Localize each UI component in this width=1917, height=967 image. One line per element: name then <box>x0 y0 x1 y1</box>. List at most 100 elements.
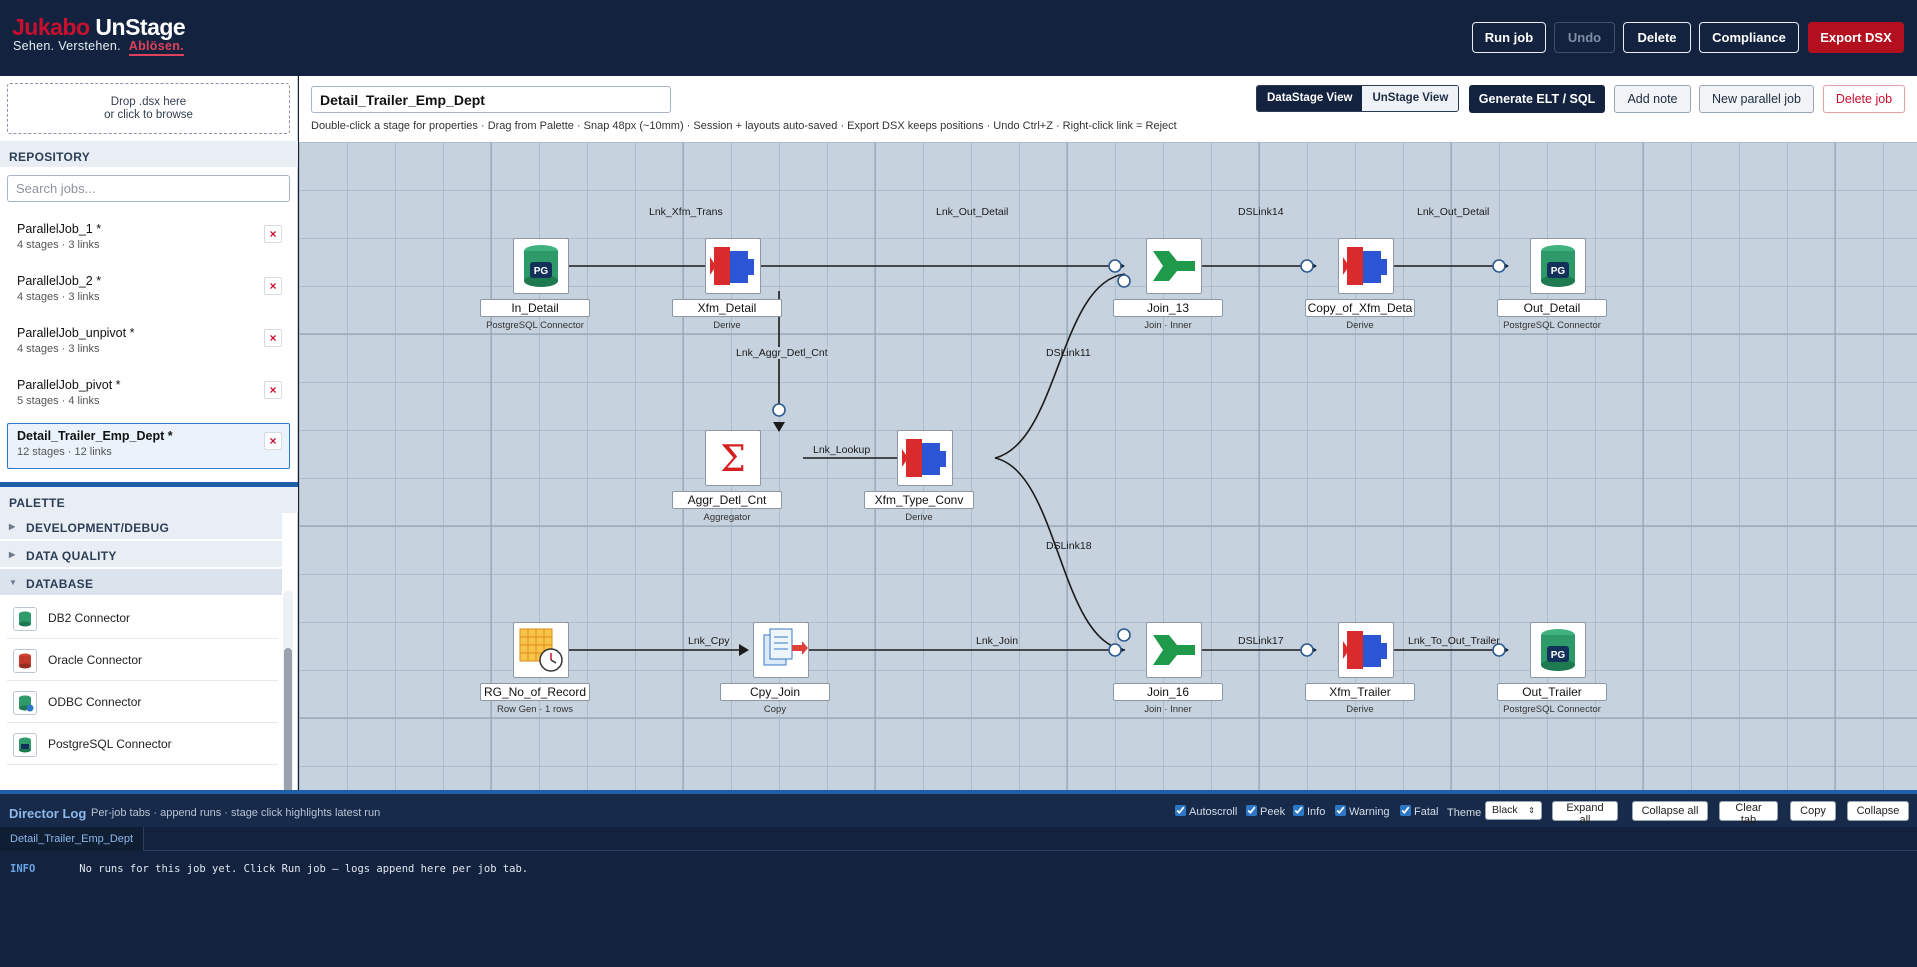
run-job-button[interactable]: Run job <box>1472 22 1546 53</box>
info-check[interactable] <box>1293 805 1304 816</box>
expand-all-button[interactable]: Expand all <box>1552 801 1618 826</box>
unstage-view-button[interactable]: UnStage View <box>1362 86 1459 111</box>
warning-checkbox[interactable]: Warning <box>1335 805 1390 818</box>
warning-check[interactable] <box>1335 805 1346 816</box>
link-line[interactable] <box>994 273 1126 459</box>
job-item[interactable]: ParallelJob_2 * 4 stages · 3 links × <box>7 268 290 314</box>
link-label[interactable]: Lnk_To_Out_Trailer <box>1408 635 1500 647</box>
job-item[interactable]: ParallelJob_unpivot * 4 stages · 3 links × <box>7 320 290 366</box>
clear-tab-button[interactable]: Clear tab <box>1719 801 1778 826</box>
stage-xfm-detail[interactable]: Xfm_Detail Derive <box>672 238 782 331</box>
job-item[interactable]: ParallelJob_pivot * 5 stages · 4 links × <box>7 372 290 418</box>
caret-down-icon: ▼ <box>9 578 18 587</box>
delete-job-icon[interactable]: × <box>264 381 282 399</box>
link-label[interactable]: DSLink11 <box>1046 347 1091 359</box>
palette-item-postgresql[interactable]: PostgreSQL Connector <box>7 723 278 765</box>
stage-name: Join_13 <box>1113 299 1223 317</box>
stage-xfm-type-conv[interactable]: Xfm_Type_Conv Derive <box>864 430 974 523</box>
job-name: ParallelJob_unpivot * <box>17 326 135 340</box>
stage-copy-of-xfm-detail[interactable]: Copy_of_Xfm_Deta Derive <box>1305 238 1415 331</box>
link-label[interactable]: DSLink18 <box>1046 540 1092 552</box>
transformer-icon <box>1338 238 1394 294</box>
postgresql-icon: PG <box>513 238 569 294</box>
delete-job-button[interactable]: Delete job <box>1823 85 1905 113</box>
datastage-view-button[interactable]: DataStage View <box>1257 86 1363 111</box>
job-name: ParallelJob_pivot * <box>17 378 121 392</box>
delete-button[interactable]: Delete <box>1623 22 1691 53</box>
export-dsx-button[interactable]: Export DSX <box>1808 22 1904 53</box>
add-note-button[interactable]: Add note <box>1614 85 1691 113</box>
job-name-input[interactable] <box>311 86 671 113</box>
theme-select[interactable]: Black ⇕ <box>1485 801 1542 820</box>
stage-name: RG_No_of_Record <box>480 683 590 701</box>
fatal-check[interactable] <box>1400 805 1411 816</box>
stage-out-trailer[interactable]: PG Out_Trailer PostgreSQL Connector <box>1497 622 1607 715</box>
undo-button[interactable]: Undo <box>1554 22 1615 53</box>
job-item[interactable]: ParallelJob_1 * 4 stages · 3 links × <box>7 216 290 262</box>
copy-button[interactable]: Copy <box>1790 801 1836 821</box>
compliance-button[interactable]: Compliance <box>1699 22 1799 53</box>
stage-name: Join_16 <box>1113 683 1223 701</box>
link-label[interactable]: Lnk_Out_Detail <box>1417 206 1489 218</box>
link-label[interactable]: Lnk_Aggr_Detl_Cnt <box>736 347 828 359</box>
palette-category-data-quality[interactable]: ▶ DATA QUALITY <box>0 541 282 568</box>
director-log-panel: Director Log Per-job tabs · append runs … <box>0 790 1917 967</box>
palette-category-database[interactable]: ▼ DATABASE <box>0 569 282 596</box>
join-icon <box>1146 622 1202 678</box>
aggregator-icon: Σ <box>705 430 761 486</box>
link-label[interactable]: Lnk_Lookup <box>813 444 870 456</box>
job-search-input[interactable] <box>7 175 290 202</box>
delete-job-icon[interactable]: × <box>264 432 282 450</box>
palette-item-db2[interactable]: DB2 Connector <box>7 597 278 639</box>
link-label[interactable]: DSLink17 <box>1238 635 1284 647</box>
link-endpoint[interactable] <box>772 403 786 417</box>
generate-elt-sql-button[interactable]: Generate ELT / SQL <box>1469 85 1605 113</box>
palette-category-development-debug[interactable]: ▶ DEVELOPMENT/DEBUG <box>0 513 282 540</box>
delete-job-icon[interactable]: × <box>264 277 282 295</box>
job-name: ParallelJob_1 * <box>17 222 102 236</box>
delete-job-icon[interactable]: × <box>264 225 282 243</box>
logo-part-1: Jukabo <box>12 14 90 40</box>
link-label[interactable]: Lnk_Out_Detail <box>936 206 1008 218</box>
link-label[interactable]: Lnk_Xfm_Trans <box>649 206 723 218</box>
peek-check[interactable] <box>1246 805 1257 816</box>
log-tab-active[interactable]: Detail_Trailer_Emp_Dept <box>0 827 145 851</box>
stage-join-16[interactable]: Join_16 Join · Inner <box>1113 622 1223 715</box>
stage-rg-no-of-record[interactable]: RG_No_of_Record Row Gen · 1 rows <box>480 622 590 715</box>
stage-join-13[interactable]: Join_13 Join · Inner <box>1113 238 1223 331</box>
link-label[interactable]: Lnk_Join <box>976 635 1018 647</box>
collapse-button[interactable]: Collapse <box>1847 801 1909 821</box>
stage-aggr-detl-cnt[interactable]: Σ Aggr_Detl_Cnt Aggregator <box>672 430 782 523</box>
stage-name: Xfm_Detail <box>672 299 782 317</box>
stage-type: Join · Inner <box>1144 704 1192 715</box>
collapse-all-button[interactable]: Collapse all <box>1632 801 1708 821</box>
link-label[interactable]: DSLink14 <box>1238 206 1284 218</box>
peek-checkbox[interactable]: Peek <box>1246 805 1285 818</box>
dropzone-line-1: Drop .dsx here <box>110 96 187 108</box>
stage-out-detail[interactable]: PG Out_Detail PostgreSQL Connector <box>1497 238 1607 331</box>
palette-item-label: DB2 Connector <box>48 611 131 625</box>
fatal-checkbox[interactable]: Fatal <box>1400 805 1438 818</box>
palette-item-odbc[interactable]: ODBC Connector <box>7 681 278 723</box>
stage-type: Derive <box>713 320 741 331</box>
stage-in-detail[interactable]: PG In_Detail PostgreSQL Connector <box>480 238 590 331</box>
job-item-active[interactable]: Detail_Trailer_Emp_Dept * 12 stages · 12 … <box>7 423 290 469</box>
svg-text:PG: PG <box>1551 650 1566 661</box>
delete-job-icon[interactable]: × <box>264 329 282 347</box>
log-tabs: Detail_Trailer_Emp_Dept <box>0 827 1917 851</box>
stage-name: Out_Trailer <box>1497 683 1607 701</box>
info-checkbox[interactable]: Info <box>1293 805 1325 818</box>
checkbox-label: Info <box>1307 806 1326 818</box>
autoscroll-checkbox[interactable]: Autoscroll <box>1175 805 1237 818</box>
link-line[interactable] <box>994 457 1126 651</box>
svg-text:PG: PG <box>534 266 549 277</box>
dsx-dropzone[interactable]: Drop .dsx here or click to browse <box>7 83 290 134</box>
stage-cpy-join[interactable]: Cpy_Join Copy <box>720 622 830 715</box>
app-logo: Jukabo UnStage <box>12 14 186 41</box>
autoscroll-check[interactable] <box>1175 805 1186 816</box>
job-canvas[interactable]: Lnk_Xfm_Trans Lnk_Out_Detail DSLink14 Ln… <box>299 142 1917 790</box>
palette-item-oracle[interactable]: Oracle Connector <box>7 639 278 681</box>
stage-xfm-trailer[interactable]: Xfm_Trailer Derive <box>1305 622 1415 715</box>
new-parallel-job-button[interactable]: New parallel job <box>1699 85 1814 113</box>
stage-name: Xfm_Type_Conv <box>864 491 974 509</box>
